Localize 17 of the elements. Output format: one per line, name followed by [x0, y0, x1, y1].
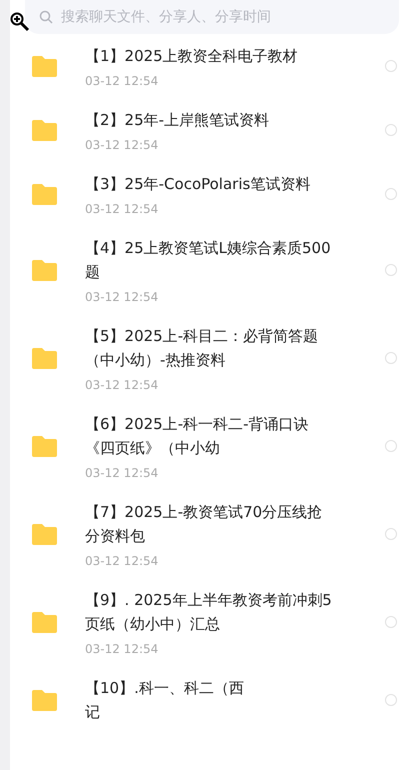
file-name[interactable]: 【2】25年-上岸熊笔试资料: [85, 108, 385, 132]
file-name[interactable]: 【1】2025上教资全科电子教材: [85, 44, 385, 68]
file-name[interactable]: 【4】25上教资笔试L姨综合素质500 题: [85, 236, 385, 284]
file-time: 03-12 12:54: [85, 290, 160, 304]
file-time: 03-12 12:54: [85, 466, 160, 480]
file-name[interactable]: 【5】2025上-科目二：必背简答题 （中小幼）-热推资料: [85, 324, 385, 372]
file-name[interactable]: 【10】.科一、科二（西 记: [85, 676, 385, 724]
file-time: 03-12 12:54: [85, 378, 160, 392]
file-time: 03-12 12:54: [85, 642, 160, 656]
file-time: 03-12 12:54: [85, 202, 160, 216]
file-time: 03-12 12:54: [85, 138, 160, 152]
file-name[interactable]: 【3】25年-CocoPolaris笔试资料: [85, 172, 385, 196]
file-time: 03-12 12:54: [85, 554, 160, 568]
file-name[interactable]: 【7】2025上-教资笔试70分压线抢 分资料包: [85, 500, 385, 548]
file-time: 03-12 12:54: [85, 74, 160, 88]
file-name[interactable]: 【9】. 2025年上半年教资考前冲刺5 页纸（幼小中）汇总: [85, 588, 385, 636]
file-name[interactable]: 【6】2025上-科一科二-背诵口诀 《四页纸》（中小幼: [85, 412, 385, 460]
